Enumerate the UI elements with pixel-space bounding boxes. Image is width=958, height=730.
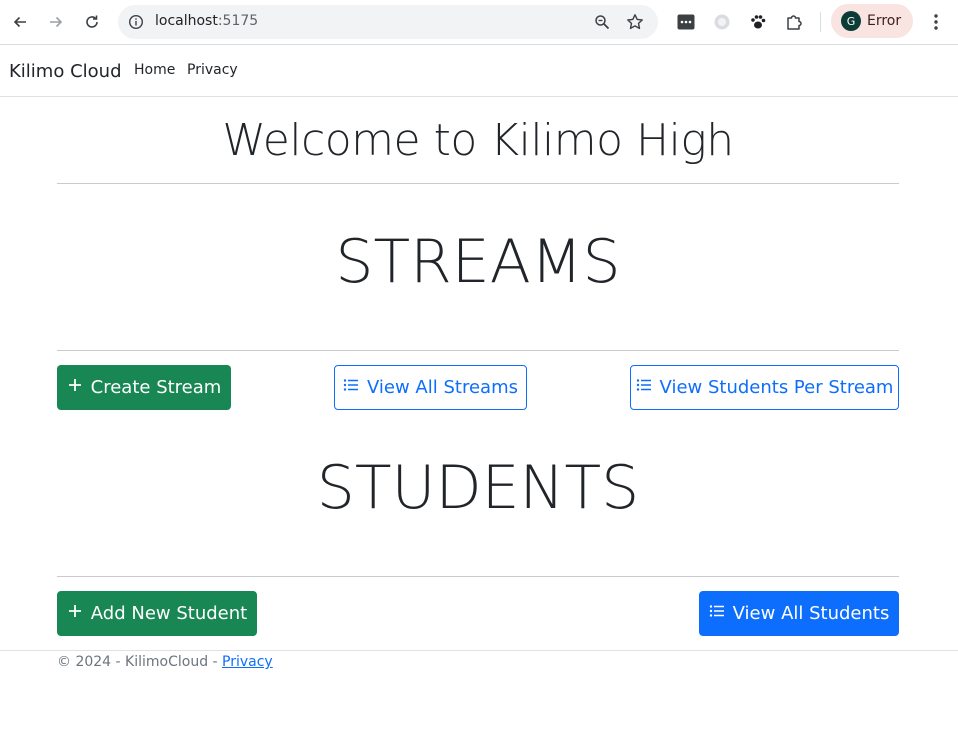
- site-navbar: Kilimo Cloud Home Privacy: [0, 46, 958, 97]
- reload-button[interactable]: [80, 10, 104, 34]
- plus-icon: [67, 377, 83, 393]
- page-title: Welcome to Kilimo High: [222, 115, 734, 166]
- avatar: G: [841, 11, 861, 31]
- url-text: localhost:5175: [155, 13, 258, 29]
- toolbar-divider: [820, 12, 821, 32]
- extension-circle-button[interactable]: [712, 12, 732, 32]
- reload-icon: [86, 15, 98, 28]
- extension-dots-icon: [677, 14, 695, 30]
- view-all-streams-button[interactable]: View All Streams: [334, 365, 527, 410]
- divider: [57, 350, 899, 351]
- view-students-per-stream-button[interactable]: View Students Per Stream: [630, 365, 899, 410]
- add-new-student-label: Add New Student: [90, 603, 248, 624]
- create-stream-label: Create Stream: [90, 377, 222, 398]
- back-icon: [13, 16, 26, 28]
- browser-menu-button[interactable]: [926, 12, 946, 32]
- brand-link[interactable]: Kilimo Cloud: [9, 61, 122, 82]
- extension-dots-button[interactable]: [676, 12, 696, 32]
- students-heading: STUDENTS: [316, 453, 640, 523]
- nav-link-privacy[interactable]: Privacy: [187, 62, 238, 78]
- footer-privacy-link[interactable]: Privacy: [222, 654, 273, 670]
- nav-link-home[interactable]: Home: [134, 62, 175, 78]
- list-icon: [636, 377, 652, 393]
- plus-icon: [67, 603, 83, 619]
- extension-circle-icon: [714, 14, 730, 30]
- back-button[interactable]: [8, 10, 32, 34]
- zoom-icon[interactable]: [594, 14, 610, 30]
- view-students-per-stream-label: View Students Per Stream: [659, 377, 894, 398]
- create-stream-button[interactable]: Create Stream: [57, 365, 231, 410]
- extensions-button[interactable]: [784, 12, 804, 32]
- page-footer: © 2024 - KilimoCloud - Privacy: [0, 650, 958, 730]
- info-icon[interactable]: [128, 14, 144, 30]
- extension-paw-button[interactable]: [748, 12, 768, 32]
- list-icon: [709, 603, 725, 619]
- profile-error-label: Error: [867, 13, 902, 29]
- divider: [57, 576, 899, 577]
- extension-paw-icon: [751, 15, 766, 29]
- add-new-student-button[interactable]: Add New Student: [57, 591, 257, 636]
- extensions-puzzle-icon: [787, 15, 802, 30]
- view-all-students-button[interactable]: View All Students: [699, 591, 899, 636]
- footer-text: © 2024 - KilimoCloud - Privacy: [57, 654, 273, 670]
- forward-icon: [50, 16, 63, 28]
- url-host: localhost: [155, 13, 218, 29]
- divider: [57, 183, 899, 184]
- profile-button[interactable]: G Error: [831, 4, 913, 38]
- streams-heading: STREAMS: [335, 227, 621, 297]
- view-all-streams-label: View All Streams: [367, 377, 518, 398]
- url-port: :5175: [217, 13, 259, 29]
- address-bar[interactable]: localhost:5175: [118, 5, 658, 39]
- view-all-students-label: View All Students: [732, 603, 890, 624]
- forward-button[interactable]: [44, 10, 68, 34]
- star-icon[interactable]: [626, 13, 644, 31]
- copyright-text: © 2024 - KilimoCloud -: [57, 654, 223, 670]
- browser-toolbar: localhost:5175 G Error: [0, 0, 958, 45]
- list-icon: [343, 377, 359, 393]
- menu-dots-icon: [934, 14, 938, 30]
